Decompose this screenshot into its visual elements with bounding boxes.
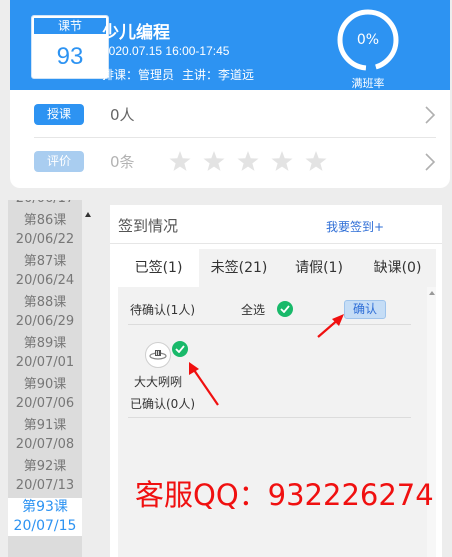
course-datetime: 2020.07.15 16:00-17:45 — [102, 44, 230, 58]
tab-signed[interactable]: 已签(1) — [118, 249, 199, 287]
fill-rate-label: 满班率 — [351, 77, 385, 90]
tab-body-scrollbar[interactable] — [427, 287, 436, 557]
tab-unsigned[interactable]: 未签(21) — [199, 249, 279, 287]
lesson-item-date: 20/06/17 — [8, 200, 82, 208]
tab-absent[interactable]: 缺课(0) — [359, 249, 436, 287]
lesson-item-label: 第92课 — [23, 459, 67, 474]
select-all-label[interactable]: 全选 — [241, 301, 265, 318]
chevron-right-icon — [425, 106, 436, 124]
lesson-item-label: 第90课 — [23, 377, 67, 392]
divider — [128, 324, 411, 325]
lesson-item[interactable]: 第91课 20/07/08 — [8, 416, 82, 454]
review-count: 0条 — [110, 153, 135, 171]
lesson-item-date: 20/07/06 — [15, 396, 75, 411]
lesson-item-date: 20/07/13 — [15, 478, 75, 493]
lesson-item-date: 20/06/29 — [15, 314, 75, 329]
user-avatar-icon — [149, 350, 167, 360]
lesson-item[interactable]: 第87课 20/06/24 — [8, 252, 82, 290]
confirm-button[interactable]: 确认 — [344, 300, 386, 319]
lesson-item[interactable]: 第90课 20/07/06 — [8, 375, 82, 413]
lesson-item[interactable]: 第86课 20/06/22 — [8, 211, 82, 249]
signed-tab-content: 待确认(1人) 全选 确认 大大咧咧 已确认(0人) — [118, 287, 436, 557]
course-card: 课节 93 少儿编程 2020.07.15 16:00-17:45 排课：管理员… — [10, 0, 450, 188]
scroll-up-icon[interactable] — [85, 212, 91, 217]
avatar[interactable] — [145, 342, 171, 368]
signin-link[interactable]: 我要签到+ — [326, 218, 384, 235]
lesson-item-date: 20/07/08 — [15, 437, 75, 452]
lesson-item-date: 20/06/24 — [15, 273, 75, 288]
star-icon[interactable] — [169, 151, 191, 171]
scheduler-text: 排课：管理员 — [102, 68, 175, 82]
fill-rate-value: 0% — [356, 32, 380, 48]
lesson-item-label: 第88课 — [23, 295, 67, 310]
lesson-item-date: 20/07/15 — [13, 518, 77, 534]
course-title: 少儿编程 — [102, 23, 170, 43]
lesson-number: 93 — [56, 43, 84, 70]
teacher-text: 主讲：李道远 — [182, 68, 255, 82]
lesson-item[interactable]: 第88课 20/06/29 — [8, 293, 82, 331]
select-all-check-icon[interactable] — [277, 301, 293, 317]
lesson-item-label: 第91课 — [23, 418, 67, 433]
lesson-item-label: 第87课 — [23, 254, 67, 269]
chevron-right-icon — [425, 153, 436, 171]
lesson-item-label: 第86课 — [23, 213, 67, 228]
checkin-tabs: 已签(1) 未签(21) 请假(1) 缺课(0) — [118, 249, 436, 287]
lesson-item-label: 第89课 — [23, 336, 67, 351]
star-icon[interactable] — [237, 151, 259, 171]
lesson-item[interactable]: 第89课 20/07/01 — [8, 334, 82, 372]
star-icon[interactable] — [305, 151, 327, 171]
lesson-list[interactable]: 20/06/17 第86课 20/06/22 第87课 20/06/24 第88课 20/… — [8, 200, 94, 557]
course-header: 课节 93 少儿编程 2020.07.15 16:00-17:45 排课：管理员… — [10, 0, 450, 90]
star-icon[interactable] — [271, 151, 293, 171]
tab-leave[interactable]: 请假(1) — [279, 249, 359, 287]
lesson-item-label: 第93课 — [22, 499, 68, 515]
teaching-count: 0人 — [110, 106, 135, 124]
review-row[interactable]: 评价 0条 — [34, 139, 436, 185]
rating-stars — [169, 151, 327, 171]
lesson-item-date: 20/07/01 — [15, 355, 75, 370]
star-icon[interactable] — [203, 151, 225, 171]
confirmed-count: 已确认(0人) — [130, 397, 195, 411]
divider — [110, 243, 442, 244]
lesson-label: 课节 — [32, 16, 108, 36]
student-name: 大大咧咧 — [134, 375, 183, 389]
course-staff: 排课：管理员 主讲：李道远 — [102, 66, 262, 83]
lesson-item-partial[interactable]: 20/06/17 — [8, 200, 82, 208]
watermark-text: 客服QQ：932226274 — [135, 478, 434, 512]
lesson-number-box: 课节 93 — [31, 15, 109, 79]
lesson-list-scrollbar[interactable] — [82, 200, 94, 557]
scroll-up-icon[interactable] — [429, 291, 435, 295]
lesson-item[interactable]: 第92课 20/07/13 — [8, 457, 82, 495]
review-tag: 评价 — [34, 151, 84, 172]
pending-count: 待确认(1人) — [130, 303, 195, 317]
lesson-item[interactable]: 第93课 20/07/15 — [8, 498, 82, 536]
checkin-title: 签到情况 — [118, 217, 179, 235]
divider — [128, 417, 411, 418]
teaching-tag: 授课 — [34, 104, 84, 125]
teaching-row[interactable]: 授课 0人 — [34, 92, 436, 138]
lesson-item-date: 20/06/22 — [15, 232, 75, 247]
student-check-icon[interactable] — [172, 341, 188, 357]
